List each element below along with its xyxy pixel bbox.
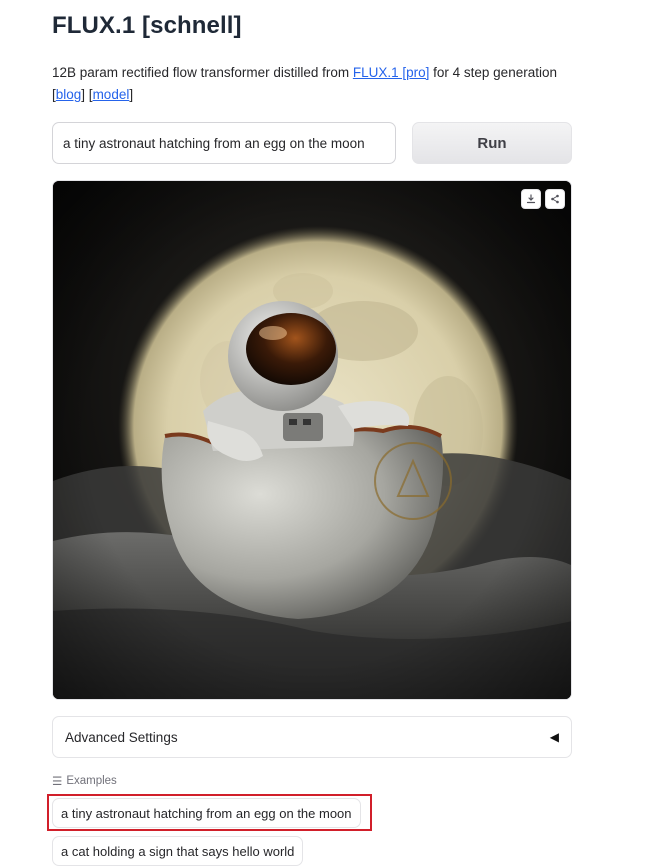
- flux-pro-link[interactable]: FLUX.1 [pro]: [353, 65, 430, 80]
- bracket-mid: ] [: [81, 87, 93, 102]
- run-button[interactable]: Run: [412, 122, 572, 164]
- download-button[interactable]: [521, 189, 541, 209]
- advanced-settings-label: Advanced Settings: [65, 729, 178, 745]
- description-text-suffix: for 4 step generation: [429, 65, 557, 80]
- share-button[interactable]: [545, 189, 565, 209]
- share-icon: [551, 194, 559, 204]
- description-text: 12B param rectified flow transformer dis…: [52, 65, 353, 80]
- generated-image: [53, 181, 571, 699]
- blog-link[interactable]: blog: [56, 87, 82, 102]
- list-icon: ☰: [52, 776, 63, 788]
- description: 12B param rectified flow transformer dis…: [52, 62, 592, 106]
- examples-label: Examples: [66, 775, 117, 787]
- download-icon: [526, 194, 536, 204]
- bracket-close: ]: [129, 87, 134, 102]
- example-button-astronaut[interactable]: a tiny astronaut hatching from an egg on…: [52, 798, 361, 828]
- triangle-left-icon: ◀: [549, 730, 559, 744]
- prompt-input[interactable]: [52, 122, 396, 164]
- generated-image-panel: [52, 180, 572, 700]
- advanced-settings-accordion[interactable]: Advanced Settings ◀: [52, 716, 572, 758]
- examples-header: ☰ Examples: [52, 774, 117, 788]
- page-title: FLUX.1 [schnell]: [52, 12, 242, 39]
- model-link[interactable]: model: [93, 87, 130, 102]
- example-button-cat[interactable]: a cat holding a sign that says hello wor…: [52, 836, 304, 866]
